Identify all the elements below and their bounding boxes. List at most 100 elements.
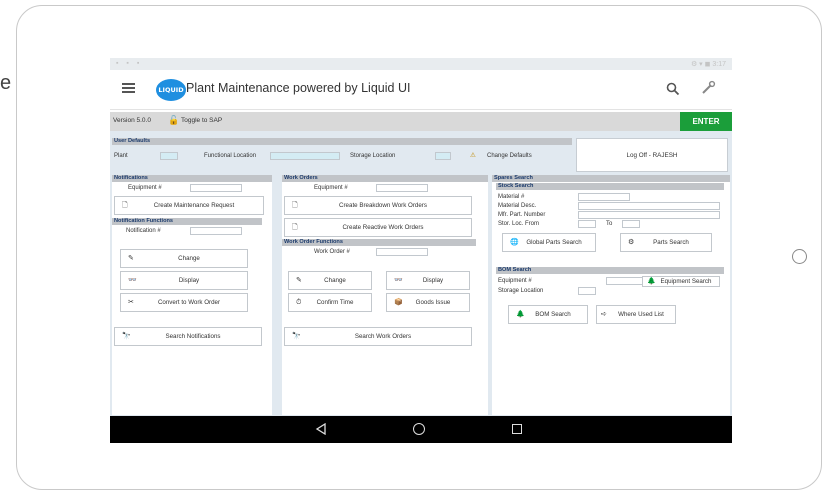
mfr-part-number-field[interactable]	[578, 211, 720, 219]
stor-loc-to-label: To	[606, 221, 613, 227]
wo-equipment-field[interactable]	[376, 184, 428, 192]
notif-display-label: Display	[178, 276, 200, 284]
clock-icon: ⏱	[296, 298, 302, 306]
where-used-list-label: Where Used List	[618, 310, 664, 318]
stor-loc-to-field[interactable]	[622, 220, 640, 228]
goods-issue-label: Goods Issue	[415, 298, 451, 306]
global-parts-search-label: Global Parts Search	[526, 238, 582, 246]
notifications-header: Notifications	[112, 175, 272, 182]
lock-icon[interactable]: 🔓	[168, 115, 179, 126]
version-label: Version 5.0.0	[113, 117, 151, 124]
create-breakdown-work-orders-button[interactable]: 🗋 Create Breakdown Work Orders	[284, 196, 472, 215]
equipment-search-button[interactable]: 🌲 Equipment Search	[642, 276, 720, 287]
where-used-list-button[interactable]: ➪ Where Used List	[596, 305, 676, 324]
convert-to-work-order-button[interactable]: ✂ Convert to Work Order	[120, 293, 248, 312]
app-title: Plant Maintenance powered by Liquid UI	[186, 81, 411, 95]
global-parts-search-button[interactable]: 🌐 Global Parts Search	[502, 233, 596, 252]
pencil-icon: ✎	[296, 276, 302, 284]
stock-search-header: Stock Search	[496, 183, 724, 190]
tablet-screen: ▪ ▪ ▪ ⚙ ▾ ◼ 3:17 LIQUID Plant Maintenanc…	[110, 58, 732, 443]
search-notifications-button[interactable]: 🔭 Search Notifications	[114, 327, 262, 346]
search-work-orders-button[interactable]: 🔭 Search Work Orders	[284, 327, 472, 346]
parts-icon: ⚙	[628, 238, 635, 246]
notifications-panel: Notifications Equipment # 🗋 Create Maint…	[112, 175, 272, 415]
status-left-icons: ▪ ▪ ▪	[116, 60, 143, 67]
notif-equipment-label: Equipment #	[128, 185, 162, 191]
where-used-icon: ➪	[601, 310, 607, 318]
create-breakdown-label: Create Breakdown Work Orders	[339, 201, 427, 209]
notif-equipment-field[interactable]	[190, 184, 242, 192]
main-content: User Defaults Plant Functional Location …	[110, 131, 732, 416]
bom-storage-location-field[interactable]	[578, 287, 596, 295]
create-reactive-label: Create Reactive Work Orders	[342, 223, 424, 231]
pencil-icon: ✎	[128, 254, 134, 262]
bom-search-button[interactable]: 🌲 BOM Search	[508, 305, 588, 324]
work-orders-header: Work Orders	[282, 175, 488, 182]
document-icon: 🗋	[292, 201, 298, 209]
spares-search-header: Spares Search	[492, 175, 730, 182]
create-maintenance-request-label: Create Maintenance Request	[153, 201, 235, 209]
tablet-home-button[interactable]	[792, 249, 807, 264]
side-text-fragment: e	[0, 72, 12, 94]
notif-change-button[interactable]: ✎ Change	[120, 249, 248, 268]
notification-number-field[interactable]	[190, 227, 242, 235]
user-defaults-header: User Defaults	[112, 138, 572, 145]
wo-change-button[interactable]: ✎ Change	[288, 271, 372, 290]
wo-equipment-label: Equipment #	[314, 185, 348, 191]
status-bar: ▪ ▪ ▪ ⚙ ▾ ◼ 3:17	[110, 58, 732, 70]
storage-location-field[interactable]	[435, 152, 451, 160]
toggle-to-sap-link[interactable]: Toggle to SAP	[181, 117, 222, 124]
enter-button[interactable]: ENTER	[680, 112, 732, 131]
app-bar: LIQUID Plant Maintenance powered by Liqu…	[110, 70, 732, 110]
bom-storage-location-label: Storage Location	[498, 288, 544, 294]
create-maintenance-request-button[interactable]: 🗋 Create Maintenance Request	[114, 196, 264, 215]
storage-location-label: Storage Location	[350, 153, 396, 159]
change-defaults-label: Change Defaults	[487, 153, 532, 159]
tree-icon: 🌲	[647, 277, 656, 285]
document-icon: 🗋	[292, 223, 298, 231]
convert-to-work-order-label: Convert to Work Order	[157, 298, 221, 306]
search-icon[interactable]	[666, 82, 680, 96]
bom-equipment-label: Equipment #	[498, 278, 532, 284]
page: e ▪ ▪ ▪ ⚙ ▾ ◼ 3:17 LIQUID Plant Maintena…	[0, 0, 830, 492]
warning-icon: ⚠	[470, 152, 476, 159]
material-desc-field[interactable]	[578, 202, 720, 210]
confirm-time-label: Confirm Time	[316, 298, 354, 306]
wo-display-button[interactable]: 👓 Display	[386, 271, 470, 290]
mfr-part-number-label: Mfr. Part. Number	[498, 212, 546, 218]
back-icon[interactable]	[315, 423, 327, 435]
status-right-icons: ⚙ ▾ ◼ 3:17	[690, 61, 726, 68]
material-number-label: Material #	[498, 194, 525, 200]
logoff-button[interactable]: Log Off - RAJESH	[576, 138, 728, 172]
goods-issue-button[interactable]: 📦 Goods Issue	[386, 293, 470, 312]
recent-apps-icon[interactable]	[512, 424, 522, 434]
notification-functions-header: Notification Functions	[112, 218, 262, 225]
work-orders-panel: Work Orders Equipment # 🗋 Create Breakdo…	[282, 175, 488, 415]
home-icon[interactable]	[413, 423, 425, 435]
android-nav-bar	[110, 416, 732, 443]
toolbar: Version 5.0.0 🔓 Toggle to SAP ENTER	[110, 112, 732, 131]
stor-loc-from-field[interactable]	[578, 220, 596, 228]
create-reactive-work-orders-button[interactable]: 🗋 Create Reactive Work Orders	[284, 218, 472, 237]
work-order-number-label: Work Order #	[314, 249, 350, 255]
search-work-orders-label: Search Work Orders	[354, 332, 412, 340]
material-number-field[interactable]	[578, 193, 630, 201]
functional-location-label: Functional Location	[204, 153, 257, 159]
wrench-icon[interactable]	[700, 80, 716, 96]
notif-change-label: Change	[178, 254, 200, 262]
document-icon: 🗋	[122, 201, 128, 209]
work-order-number-field[interactable]	[376, 248, 428, 256]
bom-search-label: BOM Search	[535, 310, 571, 318]
convert-icon: ✂	[128, 298, 134, 306]
equipment-search-label: Equipment Search	[660, 277, 712, 285]
wo-display-label: Display	[422, 276, 444, 284]
notif-display-button[interactable]: 👓 Display	[120, 271, 248, 290]
confirm-time-button[interactable]: ⏱ Confirm Time	[288, 293, 372, 312]
parts-search-button[interactable]: ⚙ Parts Search	[620, 233, 712, 252]
parts-search-label: Parts Search	[653, 238, 689, 246]
menu-icon[interactable]	[122, 83, 135, 93]
change-defaults-button[interactable]: ⚠ Change Defaults	[464, 151, 548, 161]
functional-location-field[interactable]	[270, 152, 340, 160]
search-notifications-label: Search Notifications	[165, 332, 221, 340]
plant-field[interactable]	[160, 152, 178, 160]
